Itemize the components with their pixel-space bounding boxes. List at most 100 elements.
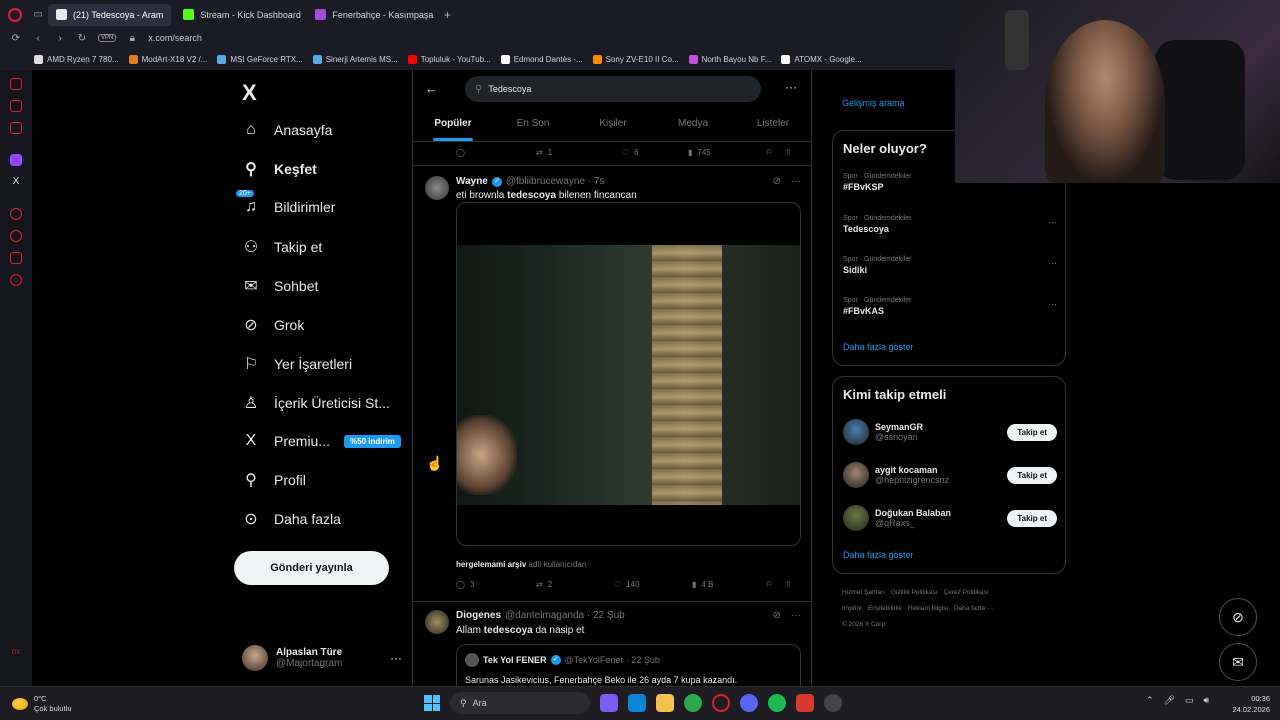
tab-overview-icon[interactable]: ▭ bbox=[32, 9, 44, 20]
footer-link[interactable]: Çerez Politikası bbox=[944, 589, 989, 596]
opera-logo-icon[interactable] bbox=[8, 7, 22, 22]
follow-button[interactable]: Takip et bbox=[1007, 423, 1057, 441]
tab-en-son[interactable]: En Son bbox=[493, 112, 573, 141]
opera-gx-icon[interactable] bbox=[712, 694, 730, 712]
follow-suggestion[interactable]: Doğukan Balaban @qRaxs_ Takip et bbox=[843, 503, 1057, 533]
tweet-avatar[interactable] bbox=[425, 610, 449, 634]
share-button[interactable]: ⇧ bbox=[785, 148, 792, 157]
tab-popüler[interactable]: Popüler bbox=[413, 112, 493, 141]
history-icon[interactable] bbox=[10, 230, 22, 242]
obs-icon[interactable] bbox=[824, 694, 842, 712]
views-button[interactable]: ▮ 4 B bbox=[692, 580, 766, 589]
forward-icon[interactable]: › bbox=[54, 33, 66, 44]
advanced-search-link[interactable]: Gelişmiş arama bbox=[842, 98, 905, 108]
tab-kişiler[interactable]: Kişiler bbox=[573, 112, 653, 141]
nav-search[interactable]: ⚲ Keşfet bbox=[242, 159, 317, 179]
browser-tab[interactable]: Stream - Kick Dashboard bbox=[175, 4, 303, 26]
tweet-handle[interactable]: @fbliibrucewayne · 7s bbox=[506, 176, 605, 187]
video-frame[interactable] bbox=[457, 245, 800, 505]
x-sidebar-icon[interactable]: X bbox=[10, 176, 22, 188]
messages-float-button[interactable]: ✉ bbox=[1219, 643, 1257, 681]
spotify-icon[interactable] bbox=[768, 694, 786, 712]
avatar[interactable] bbox=[843, 462, 869, 488]
chrome-icon[interactable] bbox=[684, 694, 702, 712]
bookmark-item[interactable]: ModArt-X18 V2 /... bbox=[128, 54, 207, 64]
back-icon[interactable]: ‹ bbox=[32, 33, 44, 44]
grok-icon[interactable]: ⊘ bbox=[773, 176, 781, 187]
bookmark-item[interactable]: Sony ZV-E10 II Co... bbox=[592, 54, 679, 64]
volume-icon[interactable]: 🔊︎ bbox=[1204, 695, 1210, 706]
follow-button[interactable]: Takip et bbox=[1007, 509, 1057, 527]
nav-bell[interactable]: ♫ 20+ Bildirimler bbox=[236, 190, 335, 216]
reply-button[interactable]: ◯ 3 bbox=[456, 580, 536, 589]
tweet-handle[interactable]: @dantelmaganda · 22 Şub bbox=[505, 610, 625, 621]
copilot-icon[interactable] bbox=[600, 694, 618, 712]
discord-icon[interactable] bbox=[740, 694, 758, 712]
x-logo-icon[interactable]: X bbox=[242, 80, 257, 106]
new-tab-button[interactable]: + bbox=[439, 7, 455, 23]
footer-link[interactable]: Gizlilik Politikası bbox=[891, 589, 938, 596]
tweet-video[interactable] bbox=[456, 202, 801, 546]
reload-icon[interactable]: ⟳ bbox=[10, 33, 22, 44]
clock[interactable]: 00:36 24.02.2026 bbox=[1224, 693, 1270, 715]
who-show-more[interactable]: Daha fazla göster bbox=[843, 550, 914, 560]
tweet-author[interactable]: Diogenes bbox=[456, 610, 501, 621]
taskbar-search[interactable]: ⚲ Ara bbox=[450, 692, 590, 714]
footer-link[interactable]: Reklam bilgisi bbox=[908, 605, 948, 612]
like-button[interactable]: ♡ 140 bbox=[614, 580, 692, 589]
views-button[interactable]: ▮ 745 bbox=[688, 148, 766, 157]
repost-button[interactable]: ⇄ 2 bbox=[536, 580, 614, 589]
quoted-tweet[interactable]: Tek Yol FENER ✓ @TekYolFener · 22 Şub Sa… bbox=[456, 644, 801, 686]
avatar[interactable] bbox=[843, 419, 869, 445]
search-input[interactable]: ⚲ Tedescoya bbox=[465, 76, 761, 102]
nav-creator-studio[interactable]: ♙ İçerik Üreticisi St... bbox=[242, 393, 390, 413]
follow-suggestion[interactable]: aygit kocaman @hepnizigrencsnz Takip et bbox=[843, 460, 1057, 490]
follow-button[interactable]: Takip et bbox=[1007, 466, 1057, 484]
nav-mail[interactable]: ✉ Sohbet bbox=[242, 276, 318, 296]
refresh-icon[interactable]: ↻ bbox=[76, 33, 88, 44]
bookmark-button[interactable]: ⚐ bbox=[766, 148, 773, 157]
trend-more-icon[interactable]: ··· bbox=[1048, 258, 1057, 268]
trend-item[interactable]: Spor · Gündemdekiler #FBvKAS ··· bbox=[843, 297, 1057, 316]
tweet-more-icon[interactable]: ··· bbox=[791, 176, 801, 187]
bookmark-item[interactable]: North Bayou Nb F... bbox=[688, 54, 771, 64]
follow-suggestion[interactable]: SeymanGR @ssnoyan Takip et bbox=[843, 417, 1057, 447]
footer-link[interactable]: Hizmet Şartları bbox=[842, 589, 885, 596]
browser-tab[interactable]: (21) Tedescoya - Aram bbox=[48, 3, 172, 26]
tweet[interactable]: Wayne ✓ @fbliibrucewayne · 7s ⊘ ··· eti b… bbox=[413, 166, 811, 602]
post-button[interactable]: Gönderi yayınla bbox=[234, 551, 389, 585]
share-button[interactable]: ⇧ bbox=[785, 580, 792, 589]
tab-listeler[interactable]: Listeler bbox=[733, 112, 811, 141]
chevron-up-icon[interactable]: ⌃ bbox=[1146, 695, 1154, 706]
grok-icon[interactable]: ⊘ bbox=[773, 610, 781, 621]
nav-grok[interactable]: ⊘ Grok bbox=[242, 315, 304, 335]
nav-x-premium[interactable]: X Premiu... %50 indirim bbox=[242, 432, 401, 450]
microphone-icon[interactable]: 🎤︎ bbox=[1164, 695, 1175, 706]
video-attribution[interactable]: hergelemami arşiv adlı kullanıcıdan bbox=[456, 560, 586, 569]
nav-more-circle[interactable]: ⊙ Daha fazla bbox=[242, 509, 341, 529]
nav-profile[interactable]: ⚲ Profil bbox=[242, 470, 306, 490]
trend-item[interactable]: Spor · Gündemdekiler Sidiki ··· bbox=[843, 256, 1057, 275]
extensions-icon[interactable] bbox=[10, 252, 22, 264]
settings-icon[interactable] bbox=[10, 274, 22, 286]
footer-link[interactable]: Imprint bbox=[842, 605, 862, 612]
tweet-avatar[interactable] bbox=[425, 176, 449, 200]
bookmark-item[interactable]: Edmond Dantès -... bbox=[500, 54, 583, 64]
file-explorer-icon[interactable] bbox=[656, 694, 674, 712]
weather-widget[interactable]: 0°C Çok bulutlu bbox=[12, 694, 72, 714]
player-icon[interactable] bbox=[10, 208, 22, 220]
tab-medya[interactable]: Medya bbox=[653, 112, 733, 141]
trend-more-icon[interactable]: ··· bbox=[1048, 299, 1057, 309]
bookmark-item[interactable]: Sinerji Artemis MS... bbox=[312, 54, 398, 64]
gx-icon[interactable]: GX bbox=[10, 650, 22, 662]
vpn-badge[interactable]: VPN bbox=[98, 34, 117, 42]
search-more-icon[interactable]: ··· bbox=[785, 80, 797, 94]
aria-icon[interactable] bbox=[10, 78, 22, 90]
trend-more-icon[interactable]: ··· bbox=[1048, 217, 1057, 227]
footer-link[interactable]: Erişilebilirlik bbox=[868, 605, 902, 612]
browser-tab[interactable]: Fenerbahçe - Kasımpaşa M bbox=[307, 4, 435, 26]
reply-button[interactable]: ◯ bbox=[456, 148, 536, 157]
messenger-icon[interactable] bbox=[10, 100, 22, 112]
bookmark-item[interactable]: MSI GeForce RTX... bbox=[217, 54, 303, 64]
bookmark-button[interactable]: ⚐ bbox=[766, 580, 773, 589]
